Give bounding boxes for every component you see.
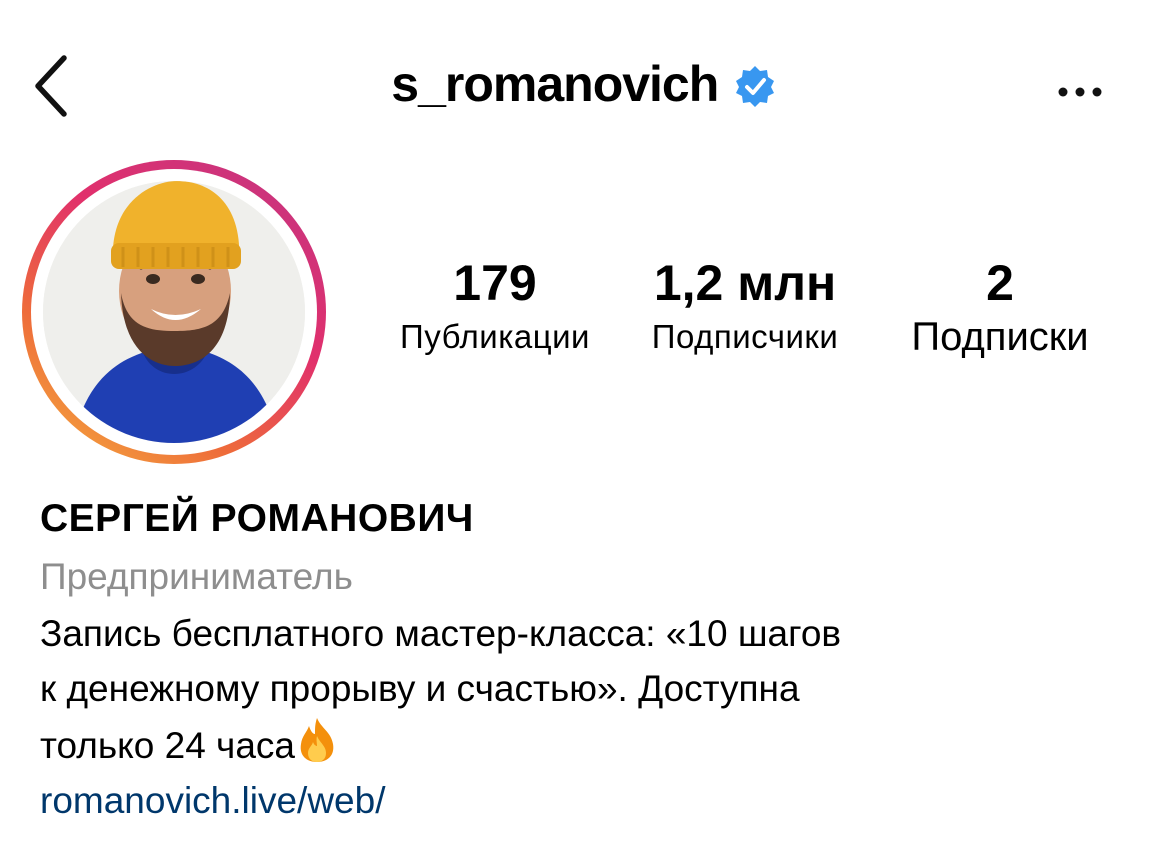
profile-bio: СЕРГЕЙ РОМАНОВИЧ Предприниматель Запись … bbox=[40, 490, 1140, 829]
stat-following-count: 2 bbox=[986, 255, 1014, 311]
profile-full-name: СЕРГЕЙ РОМАНОВИЧ bbox=[40, 497, 474, 540]
avatar-story-ring[interactable] bbox=[22, 160, 326, 464]
profile-username: s_romanovich bbox=[391, 56, 719, 112]
stat-posts[interactable]: 179 Публикации bbox=[370, 252, 620, 360]
stat-followers-label: Подписчики bbox=[651, 318, 839, 355]
profile-category: Предприниматель bbox=[40, 556, 353, 597]
avatar-ring-gap bbox=[31, 169, 317, 455]
stat-following[interactable]: 2 Подписки bbox=[880, 252, 1120, 360]
avatar bbox=[43, 181, 305, 443]
more-horizontal-icon bbox=[1058, 87, 1102, 97]
verified-badge-icon bbox=[735, 66, 774, 107]
stat-following-label: Подписки bbox=[911, 315, 1089, 359]
bio-line-2: к денежному прорыву и счастью». Доступна bbox=[40, 668, 800, 709]
stat-followers[interactable]: 1,2 млн Подписчики bbox=[625, 252, 865, 360]
bio-line-3: только 24 часа bbox=[40, 725, 295, 766]
more-options-button[interactable] bbox=[1052, 74, 1108, 110]
bio-text: Запись бесплатного мастер-класса: «10 ша… bbox=[40, 606, 1140, 773]
profile-stats: 179 Публикации 1,2 млн Подписчики 2 Подп… bbox=[370, 252, 1140, 382]
stat-posts-label: Публикации bbox=[400, 318, 590, 355]
bio-website-link[interactable]: romanovich.live/web/ bbox=[40, 773, 385, 829]
title-bar: s_romanovich bbox=[0, 55, 1168, 113]
stat-posts-count: 179 bbox=[453, 255, 537, 311]
stat-followers-count: 1,2 млн bbox=[653, 255, 837, 311]
fire-emoji-icon bbox=[300, 718, 334, 762]
bio-line-1: Запись бесплатного мастер-класса: «10 ша… bbox=[40, 613, 842, 654]
avatar-portrait-illustration bbox=[43, 181, 305, 443]
